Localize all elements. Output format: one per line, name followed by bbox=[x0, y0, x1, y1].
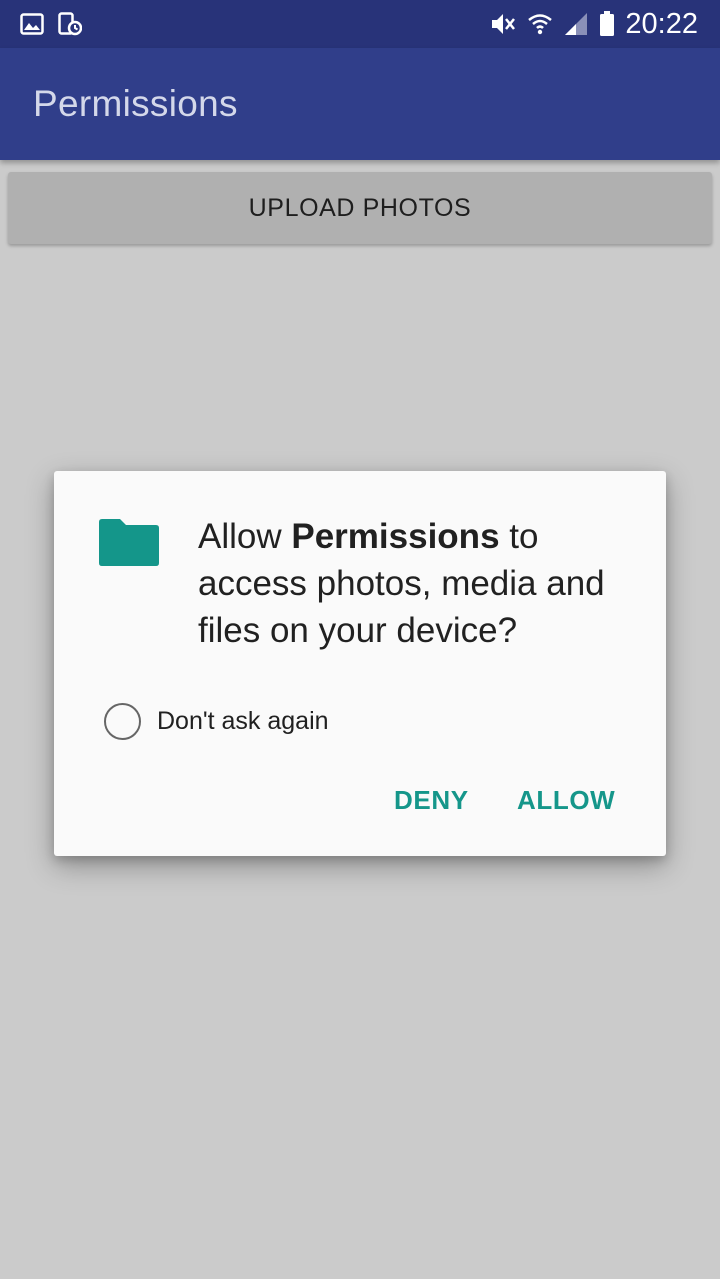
permission-dialog: Allow Permissions to access photos, medi… bbox=[54, 471, 666, 856]
status-left-icons bbox=[20, 12, 82, 36]
status-time: 20:22 bbox=[625, 8, 698, 40]
phone-sync-icon bbox=[58, 12, 82, 36]
upload-photos-button[interactable]: UPLOAD PHOTOS bbox=[8, 172, 712, 244]
mute-icon bbox=[489, 11, 517, 37]
deny-button[interactable]: DENY bbox=[394, 782, 469, 818]
dont-ask-again-option[interactable]: Don't ask again bbox=[104, 700, 329, 742]
message-prefix: Allow bbox=[198, 517, 292, 556]
signal-icon bbox=[563, 11, 589, 37]
wifi-icon bbox=[527, 11, 553, 37]
dialog-message: Allow Permissions to access photos, medi… bbox=[198, 513, 648, 654]
battery-icon bbox=[599, 11, 615, 37]
app-title: Permissions bbox=[33, 83, 238, 124]
app-bar: Permissions bbox=[0, 48, 720, 160]
allow-button[interactable]: ALLOW bbox=[517, 782, 615, 818]
gallery-notification-icon bbox=[20, 13, 44, 35]
dont-ask-again-label: Don't ask again bbox=[157, 706, 329, 735]
status-bar: 20:22 bbox=[0, 0, 720, 48]
status-right-icons: 20:22 bbox=[489, 8, 698, 40]
dont-ask-again-checkbox[interactable] bbox=[104, 702, 141, 740]
folder-icon bbox=[98, 517, 160, 572]
message-app-name: Permissions bbox=[291, 517, 500, 556]
